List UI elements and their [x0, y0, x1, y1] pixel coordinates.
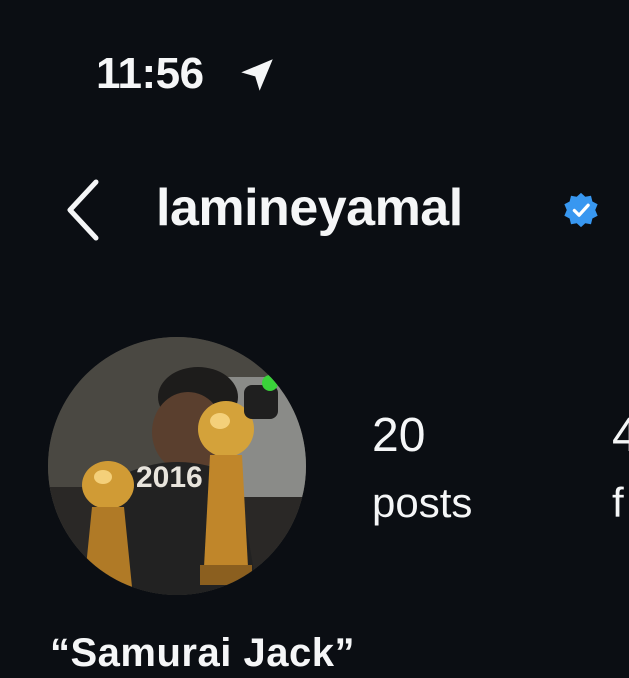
followers-label: f: [612, 479, 624, 526]
followers-stat[interactable]: 4 f: [612, 408, 629, 528]
status-time: 11:56: [96, 49, 204, 98]
posts-label: posts: [372, 479, 473, 526]
posts-count: 20: [372, 409, 426, 462]
profile-header: lamineyamal: [0, 160, 629, 260]
bio-display-name: “Samurai Jack”: [50, 631, 355, 675]
svg-text:2016: 2016: [136, 461, 203, 494]
profile-username: lamineyamal: [156, 179, 463, 237]
verified-badge-icon: [564, 192, 598, 228]
location-arrow-icon: [241, 59, 273, 91]
profile-avatar[interactable]: 2016: [48, 337, 306, 595]
back-chevron-icon[interactable]: [56, 174, 110, 246]
profile-photo-graphic: 2016: [48, 337, 306, 595]
status-bar: 11:56: [0, 0, 629, 120]
posts-stat[interactable]: 20 posts: [372, 408, 472, 528]
followers-count: 4: [612, 409, 629, 462]
